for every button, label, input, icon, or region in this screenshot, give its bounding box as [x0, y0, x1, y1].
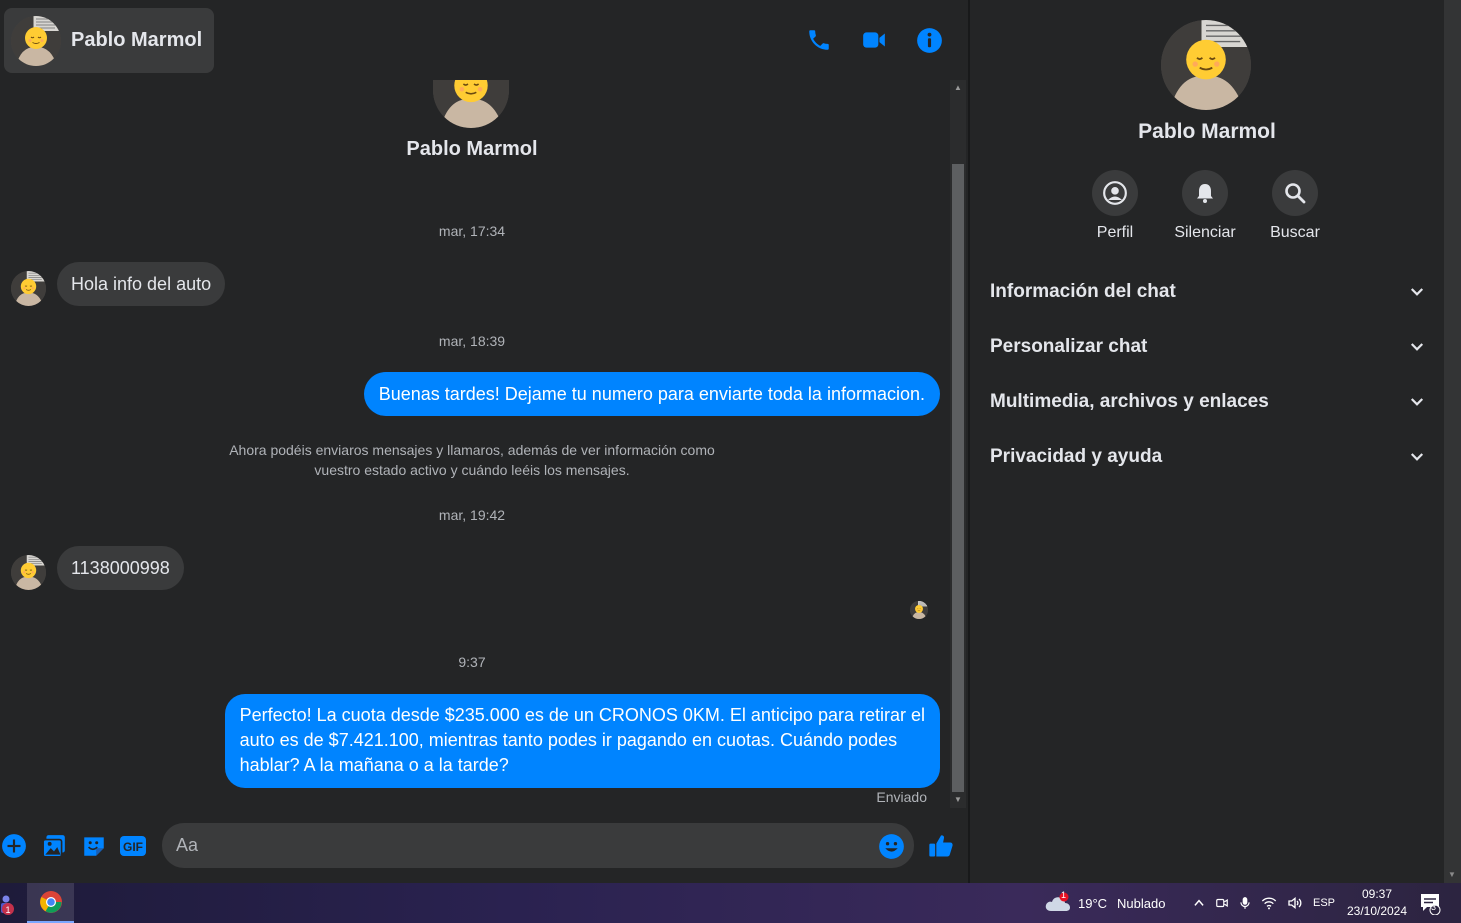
search-icon: [1272, 170, 1318, 216]
chat-pane: Pablo Marmol Pablo Marmol mar, 17:34 Hol…: [0, 0, 968, 883]
chat-info-panel: Pablo Marmol Perfil Silenciar Buscar Inf…: [970, 0, 1444, 883]
video-camera-icon[interactable]: [860, 26, 888, 54]
section-media-files-links[interactable]: Multimedia, archivos y enlaces: [990, 382, 1426, 422]
contact-avatar: [11, 15, 61, 66]
weather-widget[interactable]: 1 19°C Nublado: [1044, 883, 1165, 923]
clock[interactable]: 09:37 23/10/2024: [1344, 886, 1410, 920]
timestamp: mar, 17:34: [438, 223, 506, 239]
profile-icon: [1092, 170, 1138, 216]
timestamp: mar, 18:39: [438, 333, 506, 349]
page-scrollbar[interactable]: ▼: [1444, 0, 1461, 883]
clock-date: 23/10/2024: [1346, 904, 1408, 918]
section-privacy-help[interactable]: Privacidad y ayuda: [990, 437, 1426, 477]
sticker-icon[interactable]: [80, 832, 108, 860]
chevron-down-icon: [1410, 343, 1424, 351]
emoji-icon[interactable]: [877, 832, 905, 860]
weather-badge: 1: [1061, 890, 1067, 900]
gif-icon[interactable]: GIF: [119, 832, 147, 860]
language-indicator[interactable]: ESP: [1313, 897, 1335, 909]
speaker-icon[interactable]: [1286, 895, 1304, 911]
chrome-app-icon[interactable]: [27, 883, 74, 923]
search-action-button[interactable]: Buscar: [1250, 170, 1340, 242]
system-tray: ESP: [1192, 883, 1335, 923]
section-customize-chat[interactable]: Personalizar chat: [990, 327, 1426, 367]
mute-action-button[interactable]: Silenciar: [1160, 170, 1250, 242]
phone-icon[interactable]: [805, 26, 833, 54]
scrollbar-thumb[interactable]: [952, 164, 964, 792]
incoming-message[interactable]: 1138000998: [57, 546, 184, 590]
composer: GIF: [0, 812, 968, 882]
message-input[interactable]: [162, 823, 914, 868]
info-icon[interactable]: [915, 26, 943, 54]
notification-center-icon[interactable]: 3: [1418, 883, 1442, 923]
conversation-title: Pablo Marmol: [406, 138, 538, 160]
outgoing-message[interactable]: Perfecto! La cuota desde $235.000 es de …: [224, 694, 940, 788]
meet-now-icon[interactable]: [1215, 895, 1229, 911]
info-avatar: [1161, 20, 1251, 110]
read-receipt-avatar: [910, 601, 928, 619]
weather-condition: Nublado: [1117, 895, 1166, 911]
gif-label: GIF: [123, 840, 143, 854]
chevron-down-icon: [1410, 288, 1424, 296]
contact-name: Pablo Marmol: [71, 29, 203, 51]
chat-header: Pablo Marmol: [0, 0, 968, 80]
weather-temp: 19°C: [1078, 895, 1108, 911]
scroll-up-arrow-icon[interactable]: ▲: [950, 80, 966, 96]
conversation-avatar: [433, 80, 509, 128]
teams-badge: 1: [5, 905, 10, 915]
windows-taskbar: 1 1 19°C Nublado ESP 09:37 23/10/2024 3: [0, 883, 1461, 923]
clock-time: 09:37: [1361, 887, 1393, 901]
contact-header-button[interactable]: Pablo Marmol: [4, 8, 214, 73]
chevron-up-icon[interactable]: [1192, 896, 1206, 910]
teams-app-icon[interactable]: 1: [0, 883, 20, 923]
chevron-down-icon: [1410, 453, 1424, 461]
scroll-down-arrow-icon[interactable]: ▼: [1448, 870, 1456, 879]
sender-avatar: [11, 555, 46, 590]
connection-notice: Ahora podéis enviaros mensajes y llamaro…: [229, 442, 715, 478]
timestamp: mar, 19:42: [438, 507, 506, 523]
message-scrollbar[interactable]: ▲ ▼: [950, 80, 966, 808]
plus-icon[interactable]: [0, 832, 28, 860]
outgoing-message[interactable]: Buenas tardes! Dejame tu numero para env…: [363, 372, 940, 416]
cloud-icon: [1045, 892, 1070, 911]
timestamp: 9:37: [458, 654, 486, 670]
microphone-icon[interactable]: [1238, 895, 1252, 911]
profile-action-button[interactable]: Perfil: [1070, 170, 1160, 242]
notification-count: 3: [1431, 902, 1437, 912]
section-chat-info[interactable]: Información del chat: [990, 272, 1426, 312]
message-status: Enviado: [876, 789, 927, 805]
mute-action-label: Silenciar: [1174, 224, 1236, 241]
scroll-down-arrow-icon[interactable]: ▼: [950, 792, 966, 808]
message-list: Pablo Marmol mar, 17:34 Hola info del au…: [0, 80, 948, 810]
image-icon[interactable]: [40, 832, 68, 860]
thumbs-up-icon[interactable]: [927, 832, 955, 860]
chevron-down-icon: [1410, 398, 1424, 406]
profile-action-label: Perfil: [1096, 224, 1134, 241]
bell-icon: [1182, 170, 1228, 216]
info-contact-name: Pablo Marmol: [1138, 120, 1276, 143]
sender-avatar: [11, 271, 46, 306]
incoming-message[interactable]: Hola info del auto: [57, 262, 226, 306]
wifi-icon[interactable]: [1261, 895, 1277, 911]
search-action-label: Buscar: [1270, 224, 1320, 241]
